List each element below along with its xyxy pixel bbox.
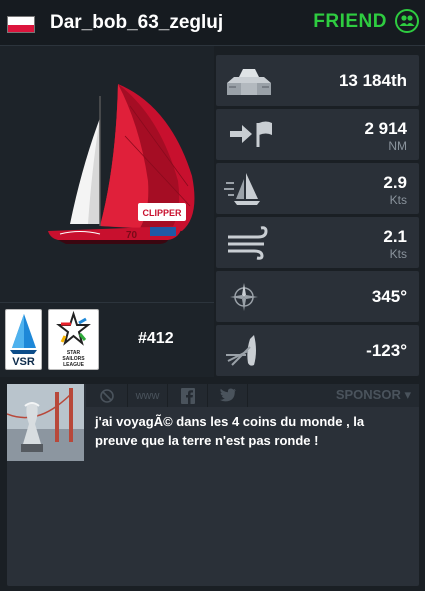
friend-button[interactable]: FRIEND <box>313 11 387 33</box>
boat-number: #412 <box>138 330 174 347</box>
profile-header: Dar_bob_63_zegluj FRIEND <box>0 0 425 46</box>
wind-angle-value: -123° <box>366 341 407 360</box>
heading-stat: 345° <box>216 271 419 322</box>
vsr-logo[interactable]: VSR <box>5 309 42 370</box>
rank-value: 13 184th <box>338 71 407 90</box>
facebook-button[interactable] <box>168 384 208 407</box>
friends-icon[interactable] <box>395 9 419 33</box>
boat-image-panel: CLIPPER 70 <box>0 46 214 302</box>
vsr-logo-text: VSR <box>12 356 35 368</box>
username: Dar_bob_63_zegluj <box>50 12 224 33</box>
sponsor-dropdown[interactable]: SPONSOR ▾ <box>248 384 419 407</box>
profile-picture <box>7 384 84 461</box>
compass-icon <box>224 279 264 320</box>
ssl-text-3: LEAGUE <box>63 362 85 368</box>
star-sailors-league-logo[interactable]: STAR SAILORS LEAGUE <box>48 309 99 370</box>
website-button[interactable]: www <box>128 384 168 407</box>
facebook-icon <box>180 387 195 404</box>
distance-stat: 2 914 NM <box>216 109 419 160</box>
sponsor-label: SPONSOR ▾ <box>336 387 411 403</box>
heading-value: 345° <box>371 287 407 306</box>
wind-angle-icon <box>224 333 268 374</box>
boat-illustration: CLIPPER 70 <box>48 84 195 244</box>
sail-logo-text: CLIPPER <box>142 208 182 218</box>
boat-speed-unit: Kts <box>389 193 407 207</box>
twitter-button[interactable] <box>208 384 248 407</box>
boat-speed-value: 2.9 <box>383 173 407 192</box>
block-icon <box>99 388 114 403</box>
distance-to-finish-icon <box>224 117 280 156</box>
wind-icon <box>224 225 274 266</box>
rank-stat: 13 184th <box>216 55 419 106</box>
stats-panel: 13 184th 2 914 NM 2.9 Kts 2.1 Kts 345° -… <box>216 55 419 379</box>
sponsor-text: SPONSOR <box>335 387 401 402</box>
podium-icon <box>224 63 274 102</box>
wind-speed-unit: Kts <box>389 247 407 261</box>
sail-speed-icon <box>224 171 268 212</box>
distance-unit: NM <box>388 139 407 153</box>
poland-flag-icon <box>7 16 35 33</box>
boat-speed-stat: 2.9 Kts <box>216 163 419 214</box>
wind-angle-stat: -123° <box>216 325 419 376</box>
chevron-down-icon: ▾ <box>404 387 411 402</box>
twitter-icon <box>219 388 236 402</box>
distance-value: 2 914 <box>364 119 407 138</box>
profile-card: www SPONSOR ▾ j'ai voyagÃ© dans les 4 co… <box>7 384 419 586</box>
sponsor-logos: VSR STAR SAILORS LEAGUE <box>0 302 214 377</box>
profile-toolbar: www SPONSOR ▾ <box>86 384 419 407</box>
wind-speed-stat: 2.1 Kts <box>216 217 419 268</box>
profile-bio: j'ai voyagÃ© dans les 4 coins du monde ,… <box>95 414 365 448</box>
wind-speed-value: 2.1 <box>383 227 407 246</box>
block-button[interactable] <box>86 384 128 407</box>
svg-text:70: 70 <box>126 230 138 241</box>
